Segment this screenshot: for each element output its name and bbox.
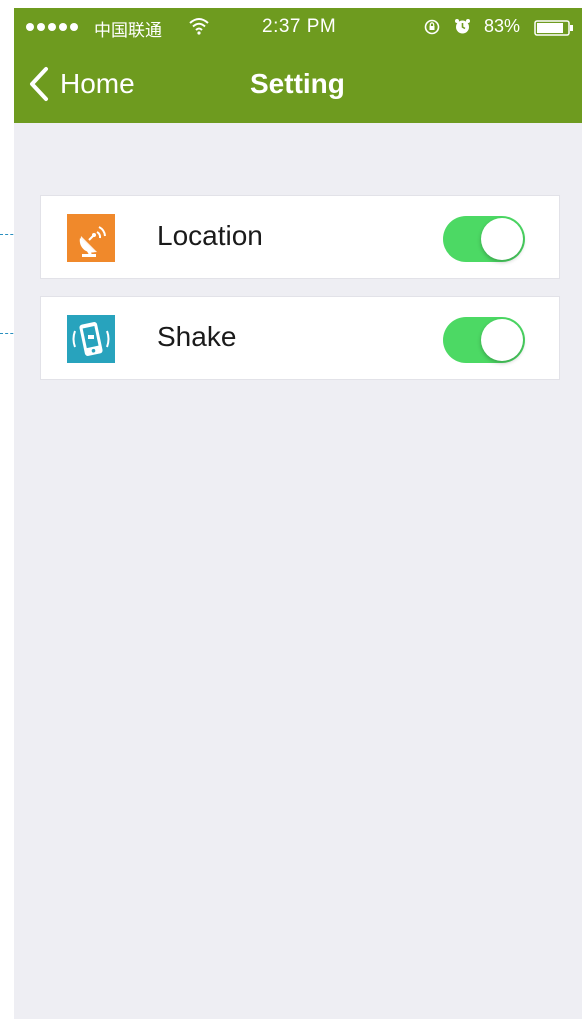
alarm-icon	[455, 19, 470, 34]
status-bar: 中国联通 2:37 PM 83%	[14, 8, 582, 48]
page-title: Setting	[250, 68, 345, 99]
setting-row-shake: Shake	[40, 296, 560, 380]
toggle-knob	[481, 319, 523, 361]
settings-list: Location Shake	[40, 195, 560, 397]
setting-row-location: Location	[40, 195, 560, 279]
top-bar: 中国联通 2:37 PM 83% Home Setting	[14, 8, 582, 123]
shake-label: Shake	[157, 321, 237, 352]
satellite-dish-icon	[67, 214, 115, 262]
toggle-knob	[481, 218, 523, 260]
status-time: 2:37 PM	[262, 16, 337, 37]
battery-icon	[534, 20, 573, 36]
navigation-bar: Home Setting	[14, 48, 582, 123]
location-label: Location	[157, 220, 263, 251]
battery-percent: 83%	[484, 16, 521, 36]
rotation-lock-icon	[424, 19, 440, 35]
back-label: Home	[60, 68, 135, 99]
shake-phone-icon	[67, 315, 115, 363]
carrier-name: 中国联通	[94, 21, 162, 41]
shake-toggle[interactable]	[443, 317, 525, 363]
back-button[interactable]: Home	[28, 64, 135, 104]
phone-screen: 中国联通 2:37 PM 83% Home Setting Location S…	[14, 8, 582, 1019]
signal-strength-icon	[26, 23, 78, 31]
chevron-left-icon	[30, 67, 48, 101]
wifi-icon	[189, 18, 209, 35]
location-toggle[interactable]	[443, 216, 525, 262]
